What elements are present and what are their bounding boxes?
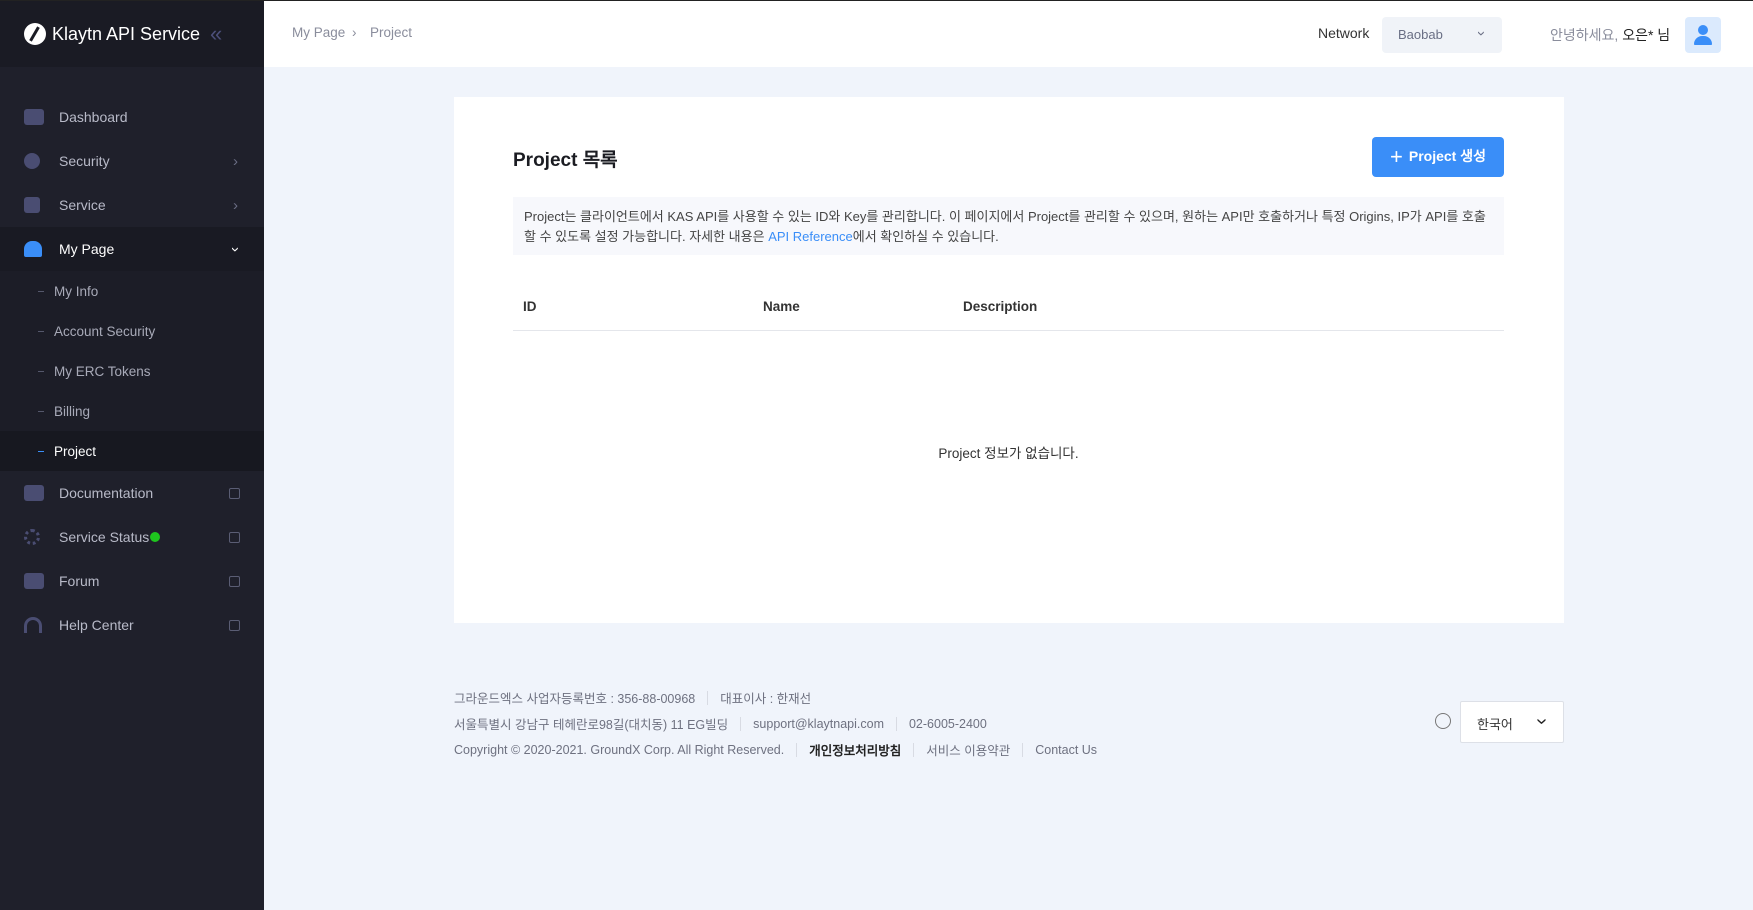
- user-icon: [24, 241, 42, 257]
- sidebar-subitem-my-erc-tokens[interactable]: My ERC Tokens: [0, 351, 264, 391]
- support-email[interactable]: support@klaytnapi.com: [753, 717, 884, 731]
- logo[interactable]: Klaytn API Service: [0, 1, 264, 67]
- breadcrumb-separator-icon: ›: [352, 25, 357, 40]
- chevron-down-icon: ›: [1473, 31, 1490, 36]
- privacy-link[interactable]: 개인정보처리방침: [809, 740, 901, 759]
- sidebar-item-service-status[interactable]: Service Status: [0, 515, 264, 559]
- column-description: Description: [963, 299, 1038, 314]
- label: Dashboard: [59, 109, 128, 125]
- collapse-sidebar-icon[interactable]: «: [210, 21, 222, 47]
- chevron-down-icon: ›: [227, 246, 244, 252]
- sidebar-item-dashboard[interactable]: Dashboard: [0, 95, 264, 139]
- user-icon: [1698, 25, 1708, 35]
- sidebar-subitem-account-security[interactable]: Account Security: [0, 311, 264, 351]
- footer-line-3: Copyright © 2020-2021. GroundX Corp. All…: [454, 740, 1097, 759]
- book-icon: [24, 485, 44, 501]
- sidebar-subitem-my-info[interactable]: My Info: [0, 271, 264, 311]
- chevron-right-icon: ›: [233, 196, 238, 214]
- headset-icon: [24, 617, 42, 633]
- message-icon: [24, 573, 44, 589]
- sidebar-item-security[interactable]: Security ›: [0, 139, 264, 183]
- column-name: Name: [763, 299, 800, 314]
- chevron-down-icon: ›: [1531, 718, 1554, 725]
- sidebar-item-forum[interactable]: Forum: [0, 559, 264, 603]
- label: My ERC Tokens: [54, 363, 151, 379]
- app-title: Klaytn API Service: [52, 23, 201, 44]
- external-link-icon: [229, 531, 240, 543]
- project-card: Project 목록 + Project 생성 Project는 클라이언트에서 …: [454, 97, 1564, 623]
- plus-icon: +: [1390, 144, 1403, 169]
- header: My Page › Project Network Baobab › 안녕하세요…: [264, 1, 1753, 67]
- klaytn-logo-icon: [24, 23, 46, 45]
- language-select[interactable]: 한국어 ›: [1460, 701, 1564, 743]
- label: Billing: [54, 403, 91, 419]
- page-title: Project 목록: [513, 150, 618, 171]
- empty-state: Project 정보가 없습니다.: [938, 446, 1079, 461]
- api-reference-link[interactable]: API Reference: [768, 229, 853, 244]
- label: Forum: [59, 573, 100, 589]
- create-project-button[interactable]: + Project 생성: [1372, 137, 1504, 177]
- table-header: ID Name Description: [513, 297, 1504, 331]
- label: Service Status: [59, 529, 150, 545]
- label: My Info: [54, 283, 99, 299]
- grid-icon: [24, 197, 40, 213]
- external-link-icon: [229, 487, 240, 499]
- network-value: Baobab: [1398, 27, 1443, 42]
- sidebar-subitem-billing[interactable]: Billing: [0, 391, 264, 431]
- external-link-icon: [229, 575, 240, 587]
- sun-icon: [24, 529, 40, 545]
- label: Help Center: [59, 617, 134, 633]
- label: Security: [59, 153, 110, 169]
- contact-link[interactable]: Contact Us: [1035, 743, 1097, 757]
- label: Service: [59, 197, 106, 213]
- avatar[interactable]: [1685, 17, 1721, 53]
- sidebar-item-documentation[interactable]: Documentation: [0, 471, 264, 515]
- breadcrumb-my-page[interactable]: My Page: [292, 25, 345, 40]
- breadcrumb-project: Project: [370, 25, 413, 40]
- create-project-label: Project 생성: [1408, 148, 1486, 164]
- greeting: 안녕하세요, 오은* 님: [1550, 27, 1671, 43]
- sidebar-subitem-project[interactable]: Project: [0, 431, 264, 471]
- user-name: 오은* 님: [1622, 27, 1671, 43]
- label: My Page: [59, 241, 115, 257]
- globe-icon: [1435, 713, 1451, 729]
- column-id: ID: [523, 299, 537, 314]
- chevron-right-icon: ›: [233, 152, 238, 170]
- sidebar-item-help-center[interactable]: Help Center: [0, 603, 264, 647]
- sidebar-item-my-page[interactable]: My Page ›: [0, 227, 264, 271]
- label: Account Security: [54, 323, 156, 339]
- terms-link[interactable]: 서비스 이용약관: [926, 740, 1010, 759]
- key-icon: [24, 153, 40, 169]
- sidebar-item-service[interactable]: Service ›: [0, 183, 264, 227]
- network-select[interactable]: Baobab ›: [1382, 17, 1502, 53]
- external-link-icon: [229, 619, 240, 631]
- network-label: Network: [1318, 25, 1370, 41]
- sidebar: Klaytn API Service « Dashboard Security ›…: [0, 1, 264, 910]
- status-indicator: [150, 532, 160, 542]
- footer-line-1: 그라운드엑스 사업자등록번호 : 356-88-00968 대표이사 : 한재선: [454, 690, 812, 706]
- info-box: Project는 클라이언트에서 KAS API를 사용할 수 있는 ID와 K…: [513, 197, 1504, 255]
- language-value: 한국어: [1477, 717, 1513, 732]
- label: Documentation: [59, 485, 154, 501]
- monitor-icon: [24, 109, 44, 125]
- label: Project: [54, 443, 97, 459]
- footer-line-2: 서울특별시 강남구 테헤란로98길(대치동) 11 EG빌딩 support@kl…: [454, 716, 987, 732]
